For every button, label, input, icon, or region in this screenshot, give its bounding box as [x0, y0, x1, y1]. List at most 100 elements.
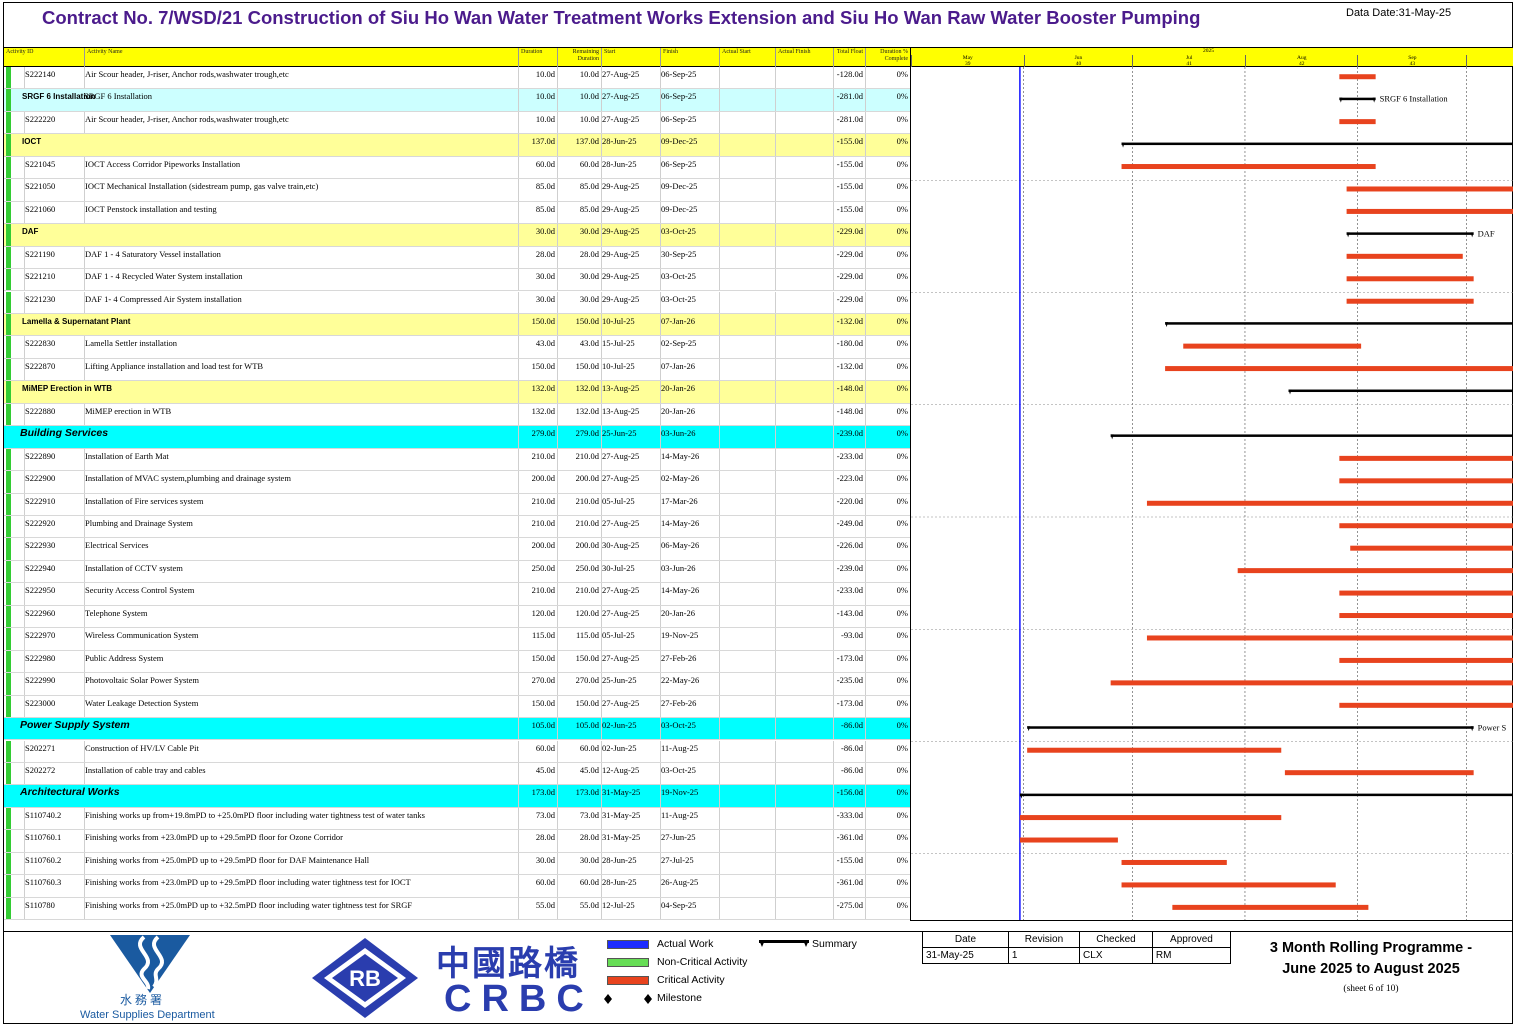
- cell-dur: 137.0d: [518, 134, 557, 156]
- cell-pct: 0%: [865, 313, 910, 336]
- col-header-duration[interactable]: Duration: [518, 48, 557, 67]
- cell-rem: 200.0d: [557, 471, 601, 493]
- cell-tf: -155.0d: [833, 852, 865, 875]
- activity-row[interactable]: S221210 DAF 1 - 4 Recycled Water System i…: [4, 269, 910, 292]
- activity-row[interactable]: S202271 Construction of HV/LV Cable Pit 60…: [4, 740, 910, 763]
- critical-bar-S222830: [1183, 343, 1362, 349]
- activity-row[interactable]: S222980 Public Address System 150.0d 150.0d…: [4, 650, 910, 674]
- cell-name: Air Scour header, J-riser, Anchor rods,w…: [84, 67, 518, 89]
- cell-rem: 279.0d: [557, 426, 601, 448]
- cell-rem: 10.0d: [557, 67, 601, 89]
- wbs-row[interactable]: Lamella & Supernatant Plant 150.0d 150.0d 1…: [4, 313, 910, 337]
- activity-row[interactable]: S221230 DAF 1- 4 Compressed Air System in…: [4, 291, 910, 314]
- activity-row[interactable]: S202272 Installation of cable tray and ca…: [4, 762, 910, 786]
- cell-astart: [719, 875, 775, 897]
- activity-row[interactable]: S222900 Installation of MVAC system,plumb…: [4, 471, 910, 494]
- activity-row[interactable]: S222140 Air Scour header, J-riser, Anchor…: [4, 67, 910, 90]
- cell-finish: 14-May-26: [660, 516, 719, 538]
- activity-row[interactable]: S222940 Installation of CCTV system 250.0d…: [4, 560, 910, 584]
- cell-pct: 0%: [865, 516, 910, 538]
- activity-row[interactable]: S222970 Wireless Communication System 115.…: [4, 628, 910, 651]
- summary-bar-wbs: [1339, 97, 1376, 101]
- activity-row[interactable]: S222920 Plumbing and Drainage System 210.0…: [4, 516, 910, 539]
- cell-dur: 60.0d: [518, 156, 557, 179]
- cell-afinish: [775, 718, 833, 740]
- cell-name: Installation of cable tray and cables: [84, 762, 518, 785]
- critical-bar-S222940: [1237, 568, 1513, 574]
- activity-row[interactable]: S222960 Telephone System 120.0d 120.0d 27-Au…: [4, 605, 910, 629]
- col-header-remaining[interactable]: Remaining Duration: [557, 48, 601, 67]
- activity-row[interactable]: S221045 IOCT Access Corridor Pipeworks In…: [4, 156, 910, 180]
- crbc-logo: RB: [312, 938, 418, 1018]
- summary-label: Power S: [1478, 722, 1507, 732]
- cell-id: S222900: [24, 471, 84, 493]
- critical-bar-S221230: [1346, 298, 1474, 304]
- col-header-actual-finish[interactable]: Actual Finish: [775, 48, 833, 67]
- activity-row[interactable]: S222870 Lifting Appliance installation an…: [4, 358, 910, 382]
- cell-dur: 28.0d: [518, 830, 557, 852]
- activity-row[interactable]: S221060 IOCT Penstock installation and te…: [4, 201, 910, 225]
- col-header-name[interactable]: Activity Name: [84, 48, 518, 67]
- col-header-id[interactable]: Activity ID: [4, 48, 84, 67]
- activity-row[interactable]: S110760.3 Finishing works from +23.0mPD u…: [4, 875, 910, 898]
- activity-row[interactable]: S110780 Finishing works from +25.0mPD up …: [4, 897, 910, 921]
- cell-start: 12-Jul-25: [601, 897, 660, 920]
- wbs-indent-bar: [6, 628, 11, 650]
- wbs-row[interactable]: MiMEP Erection in WTB 132.0d 132.0d 13-Aug-…: [4, 381, 910, 404]
- cell-id: S221045: [24, 156, 84, 179]
- activity-row[interactable]: S222930 Electrical Services 200.0d 200.0d 30…: [4, 538, 910, 561]
- activity-row[interactable]: S222830 Lamella Settler installation 43.0d…: [4, 336, 910, 359]
- critical-bar-S222220: [1339, 119, 1376, 125]
- wbs-row[interactable]: SRGF 6 Installation SRGF 6 Installation 10…: [4, 89, 910, 112]
- wbs-indent-bar: [6, 807, 11, 830]
- col-header-start[interactable]: Start: [601, 48, 660, 67]
- col-header-actual-start[interactable]: Actual Start: [719, 48, 775, 67]
- cell-astart: [719, 718, 775, 740]
- wbs-row[interactable]: DAF 30.0d 30.0d 29-Aug-25 03-Oct-25 -229.0d 0%: [4, 224, 910, 247]
- activity-row[interactable]: S221190 DAF 1 - 4 Saturatory Vessel insta…: [4, 246, 910, 270]
- activity-row[interactable]: S222220 Air Scour header, J-riser, Anchor…: [4, 111, 910, 135]
- col-header-pct-complete[interactable]: Duration % Complete: [865, 48, 910, 67]
- critical-bar-S222960: [1339, 613, 1513, 619]
- wbs-row[interactable]: Building Services 279.0d 279.0d 25-Jun-25 03…: [4, 426, 910, 449]
- activity-row[interactable]: S222990 Photovoltaic Solar Power System 27…: [4, 673, 910, 696]
- wbs-indent-bar: [6, 830, 11, 852]
- cell-finish: 27-Jul-25: [660, 852, 719, 875]
- cell-pct: 0%: [865, 583, 910, 605]
- activity-row[interactable]: S222880 MiMEP erection in WTB 132.0d 132.0d…: [4, 403, 910, 427]
- cell-start: 25-Jun-25: [601, 673, 660, 695]
- cell-finish: 07-Jan-26: [660, 313, 719, 336]
- summary-bar-MiMEP Erection in WTB: [1288, 389, 1513, 393]
- wbs-indent-bar: [6, 336, 11, 358]
- cell-pct: 0%: [865, 156, 910, 179]
- activity-row[interactable]: S222950 Security Access Control System 210…: [4, 583, 910, 606]
- cell-start: 31-May-25: [601, 830, 660, 852]
- cell-afinish: [775, 695, 833, 718]
- activity-row[interactable]: S110760.2 Finishing works from +25.0mPD u…: [4, 852, 910, 876]
- cell-name: Installation of Earth Mat: [84, 448, 518, 471]
- cell-pct: 0%: [865, 538, 910, 560]
- wbs-row[interactable]: Power Supply System 105.0d 105.0d 02-Jun-25…: [4, 718, 910, 741]
- wbs-indent-bar: [6, 111, 11, 134]
- cell-dur: 60.0d: [518, 875, 557, 897]
- critical-bar-S221050: [1346, 186, 1513, 192]
- wbs-row[interactable]: IOCT 137.0d 137.0d 28-Jun-25 09-Dec-25 -155.0…: [4, 134, 910, 157]
- activity-row[interactable]: S221050 IOCT Mechanical Installation (sid…: [4, 179, 910, 202]
- activity-row[interactable]: S223000 Water Leakage Detection System 150…: [4, 695, 910, 719]
- activity-row[interactable]: S110740.2 Finishing works up from+19.8mPD…: [4, 807, 910, 831]
- wbs-row[interactable]: Architectural Works 173.0d 173.0d 31-May-25…: [4, 785, 910, 808]
- col-header-finish[interactable]: Finish: [660, 48, 719, 67]
- wsd-logo: [110, 935, 190, 993]
- cell-finish: 02-Sep-25: [660, 336, 719, 358]
- activity-row[interactable]: S222910 Installation of Fire services sys…: [4, 493, 910, 516]
- col-header-total-float[interactable]: Total Float: [833, 48, 865, 67]
- cell-id: S221050: [24, 179, 84, 201]
- cell-astart: [719, 224, 775, 246]
- critical-bar-S202271: [1027, 747, 1282, 753]
- cell-afinish: [775, 336, 833, 358]
- activity-row[interactable]: S222890 Installation of Earth Mat 210.0d 21…: [4, 448, 910, 472]
- wbs-indent-bar: [6, 67, 11, 89]
- activity-row[interactable]: S110760.1 Finishing works from +23.0mPD u…: [4, 830, 910, 853]
- cell-dur: 30.0d: [518, 269, 557, 291]
- cell-finish: 17-Mar-26: [660, 493, 719, 515]
